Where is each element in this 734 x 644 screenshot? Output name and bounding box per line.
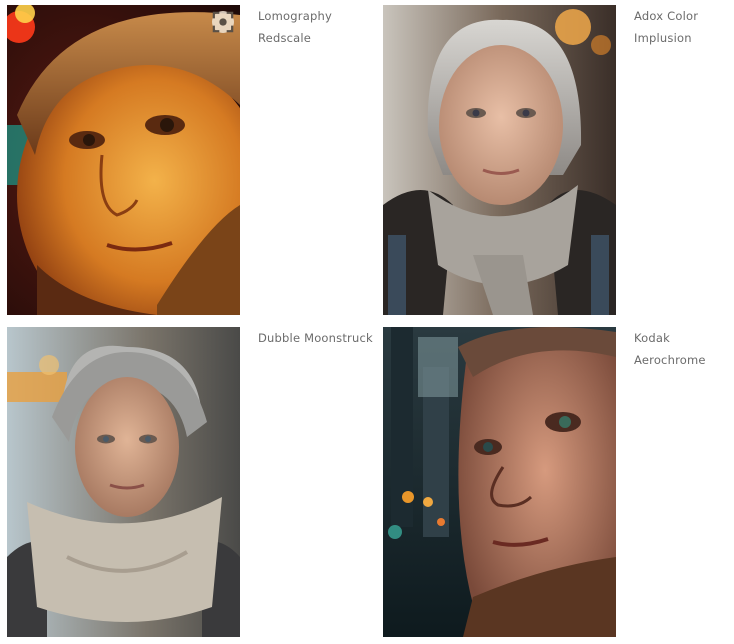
portrait-image-2[interactable]: [383, 5, 616, 315]
caption-line: Lomography: [258, 9, 332, 23]
caption-line: Implusion: [634, 31, 692, 45]
visual-search-icon-graphic: [212, 11, 234, 33]
caption-line: Redscale: [258, 31, 312, 45]
visual-search-icon[interactable]: [212, 11, 234, 33]
portrait-image-3-graphic: [7, 327, 240, 637]
portrait-image-3[interactable]: [7, 327, 240, 637]
caption-line: Kodak Aerochrome: [634, 331, 706, 367]
portrait-image-2-graphic: [383, 5, 616, 315]
gallery-caption-2: Adox Color Implusion: [634, 5, 730, 49]
gallery-caption-4: Kodak Aerochrome: [634, 327, 734, 371]
caption-line: Dubble Moonstruck: [258, 331, 373, 345]
portrait-image-4-graphic: [383, 327, 616, 637]
portrait-image-1-graphic: [7, 5, 240, 315]
gallery-caption-3: Dubble Moonstruck: [258, 327, 373, 349]
gallery-caption-1: Lomography Redscale: [258, 5, 368, 49]
portrait-image-4[interactable]: [383, 327, 616, 637]
caption-line: Adox Color: [634, 9, 699, 23]
portrait-image-1[interactable]: [7, 5, 240, 315]
